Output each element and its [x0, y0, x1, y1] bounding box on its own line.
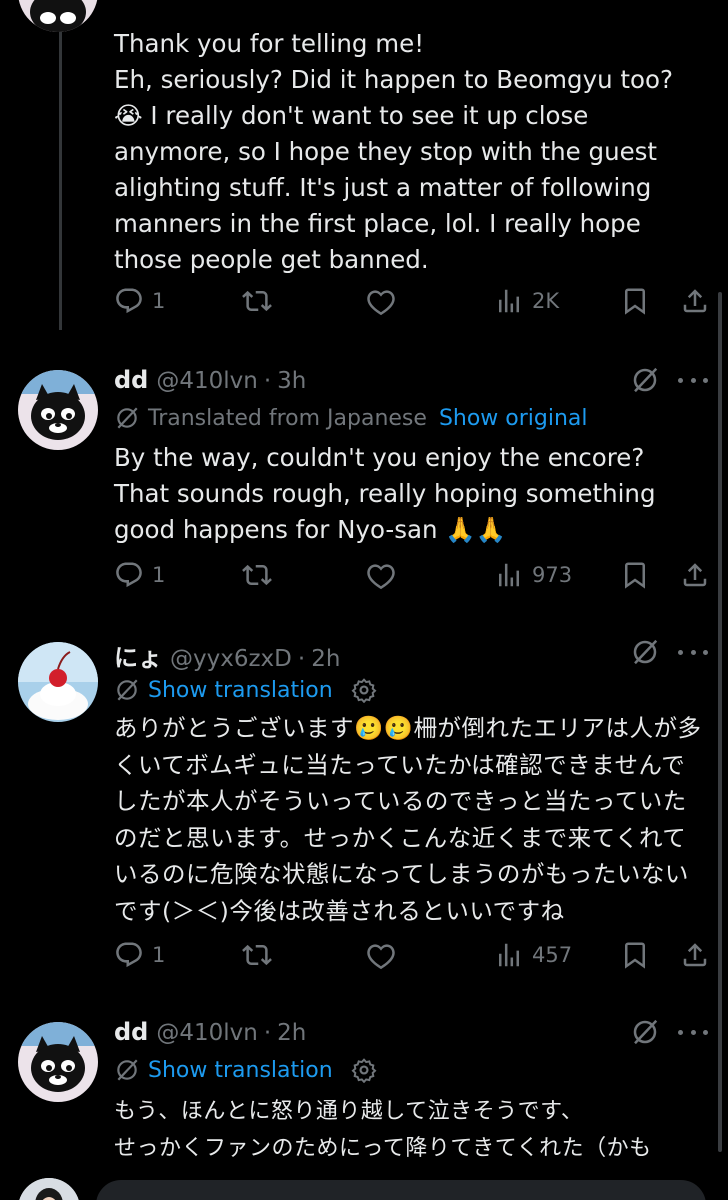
reply-input[interactable] [96, 1180, 706, 1200]
gear-icon[interactable] [351, 677, 377, 703]
share-button[interactable] [680, 940, 710, 970]
reply-count: 1 [152, 289, 166, 313]
tweet-body: Thank you for telling me! Eh, seriously?… [114, 29, 674, 274]
handle[interactable]: @410lvn [156, 1020, 257, 1046]
like-button[interactable] [366, 560, 396, 590]
reply-count: 1 [152, 563, 166, 587]
grok-icon[interactable] [630, 1017, 660, 1047]
repost-icon [242, 564, 272, 586]
gear-icon[interactable] [351, 1057, 377, 1083]
like-icon [367, 290, 395, 316]
like-icon [367, 564, 395, 590]
view-count: 457 [532, 943, 573, 967]
share-icon [683, 289, 707, 313]
action-bar: 1 2K [0, 286, 728, 320]
like-icon [367, 944, 395, 970]
display-name[interactable]: にょ [114, 638, 162, 673]
view-count: 2K [532, 289, 560, 313]
reply-count: 1 [152, 943, 166, 967]
avatar-nyo[interactable] [18, 642, 98, 722]
translation-row: Translated from Japanese Show original [114, 405, 588, 431]
bookmark-button[interactable] [620, 940, 650, 970]
more-icon[interactable] [678, 646, 708, 658]
bookmark-button[interactable] [620, 286, 650, 316]
handle[interactable]: @yyx6zxD [170, 646, 292, 672]
like-button[interactable] [366, 286, 396, 316]
tweet-header: dd @410lvn · 2h [114, 1018, 306, 1046]
share-icon [683, 943, 707, 967]
bookmark-button[interactable] [620, 560, 650, 590]
timestamp[interactable]: 3h [277, 368, 306, 394]
share-button[interactable] [680, 560, 710, 590]
translated-note: Translated from Japanese [148, 405, 427, 431]
repost-icon [242, 944, 272, 966]
views-icon [499, 563, 519, 587]
grok-icon[interactable] [630, 637, 660, 667]
repost-button[interactable] [242, 286, 272, 316]
separator-dot: · [297, 646, 306, 672]
avatar-previous[interactable] [18, 0, 98, 32]
tweet-body: By the way, couldn't you enjoy the encor… [114, 443, 656, 544]
action-bar: 1 457 [0, 940, 728, 974]
display-name[interactable]: dd [114, 366, 148, 394]
bookmark-icon [625, 562, 645, 589]
avatar-dd[interactable] [18, 370, 98, 450]
translate-icon [117, 1059, 138, 1081]
repost-button[interactable] [242, 560, 272, 590]
separator-dot: · [263, 368, 272, 394]
thread-line-top [59, 0, 62, 330]
show-translation-link[interactable]: Show translation [148, 1058, 333, 1083]
separator-dot: · [263, 1020, 272, 1046]
grok-icon[interactable] [630, 365, 660, 395]
avatar-dd[interactable] [18, 1022, 98, 1102]
repost-button[interactable] [242, 940, 272, 970]
display-name[interactable]: dd [114, 1018, 148, 1046]
show-translation-link[interactable]: Show translation [148, 678, 333, 703]
action-bar: 1 973 [0, 560, 728, 594]
reply-icon [116, 562, 142, 588]
view-count: 973 [532, 563, 573, 587]
more-icon[interactable] [678, 374, 708, 386]
share-icon [683, 563, 707, 587]
views-button[interactable]: 457 [494, 940, 572, 970]
bookmark-icon [625, 288, 645, 315]
reply-button[interactable]: 1 [114, 560, 165, 590]
show-original-link[interactable]: Show original [439, 406, 588, 431]
tweet-header: にょ @yyx6zxD · 2h [114, 638, 340, 673]
reply-icon [116, 942, 142, 968]
repost-icon [242, 290, 272, 312]
handle[interactable]: @410lvn [156, 368, 257, 394]
reply-button[interactable]: 1 [114, 940, 165, 970]
tweet-body: ありがとうございます🥲🥲柵が倒れたエリアは人が多くいてボムギュに当たっていたかは… [114, 714, 702, 925]
translation-row: Show translation [114, 677, 377, 703]
share-button[interactable] [680, 286, 710, 316]
more-icon[interactable] [678, 1026, 708, 1038]
reply-icon [116, 288, 142, 314]
translate-icon [117, 679, 138, 701]
translation-row: Show translation [114, 1057, 377, 1083]
like-button[interactable] [366, 940, 396, 970]
bookmark-icon [625, 942, 645, 969]
scrollbar[interactable] [718, 292, 722, 1152]
views-icon [499, 289, 519, 313]
reply-button[interactable]: 1 [114, 286, 165, 316]
views-button[interactable]: 2K [494, 286, 559, 316]
timestamp[interactable]: 2h [277, 1020, 306, 1046]
tweet-header: dd @410lvn · 3h [114, 366, 306, 394]
timestamp[interactable]: 2h [311, 646, 340, 672]
views-icon [499, 943, 519, 967]
translate-icon [117, 407, 138, 429]
tweet-body: もう、ほんとに怒り通り越して泣きそうです、 せっかくファンのためにって降りてきて… [114, 1099, 652, 1161]
views-button[interactable]: 973 [494, 560, 572, 590]
